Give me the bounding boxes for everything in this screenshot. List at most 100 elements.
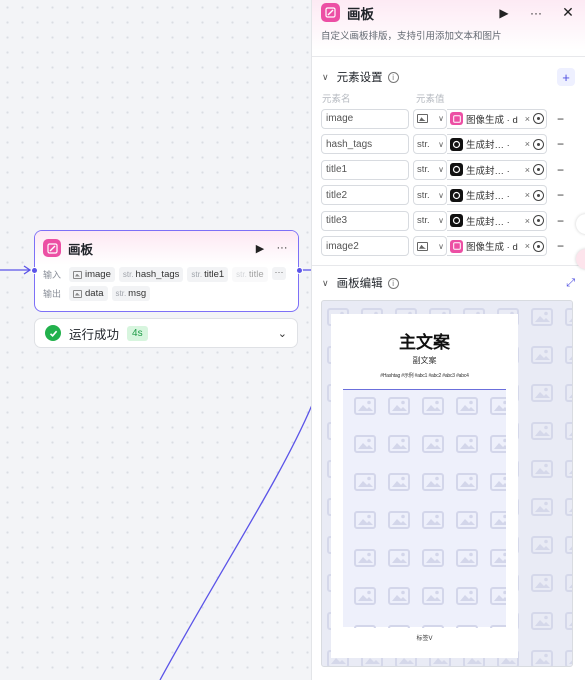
node-outputs: 输出 data str. msg — [35, 284, 298, 303]
output-port[interactable] — [296, 267, 303, 274]
node-header: 画板 ▶ ··· — [35, 231, 298, 265]
remove-element-button[interactable]: − — [557, 163, 564, 177]
element-value-ref[interactable]: 图像生成 · d × — [447, 236, 547, 257]
run-status-bar[interactable]: 运行成功 4s ⌄ — [34, 318, 298, 348]
node-inputs: 输入 image str. hash_tags str. title1 str. ti… — [35, 265, 298, 284]
editor-section-header[interactable]: ∨ 画板编辑 i ⤢ — [312, 269, 585, 297]
more-icon[interactable]: ··· — [528, 5, 544, 21]
element-type-select[interactable]: ∨ — [413, 108, 447, 129]
target-icon[interactable] — [533, 113, 544, 125]
elements-section-title: 元素设置 — [336, 72, 383, 84]
clear-icon[interactable]: × — [525, 114, 530, 124]
element-type-select[interactable]: str. ∨ — [413, 185, 447, 206]
chevron-down-icon: ∨ — [438, 114, 444, 124]
collapse-arrow-icon[interactable]: ∨ — [322, 278, 329, 289]
element-type-select[interactable]: ∨ — [413, 236, 447, 257]
chevron-down-icon: ∨ — [438, 139, 444, 149]
elements-section-header[interactable]: ∨ 元素设置 i + — [312, 63, 585, 91]
value-ref-text: 生成封… · — [466, 216, 510, 228]
element-row: str.∨生成封… · ×− — [312, 183, 585, 209]
input-label: 输入 — [43, 270, 62, 280]
element-name-input[interactable] — [321, 236, 409, 257]
element-value-ref[interactable]: 生成封… · × — [447, 134, 547, 155]
main-title-text[interactable]: 主文案 — [331, 328, 518, 353]
element-row: ∨ 图像生成 · d × − — [312, 106, 585, 132]
target-icon[interactable] — [533, 164, 544, 176]
llm-icon — [450, 188, 463, 202]
remove-element-button[interactable]: − — [557, 112, 564, 126]
target-icon[interactable] — [533, 189, 544, 201]
element-list: ∨图像生成 · d×−str.∨生成封… · ×−str.∨生成封… · ×−s… — [312, 106, 585, 259]
info-icon[interactable]: i — [387, 71, 399, 83]
canvas-app-icon — [321, 3, 340, 22]
element-value-ref[interactable]: 生成封… · × — [447, 210, 547, 231]
more-inputs-button[interactable]: ··· — [272, 267, 286, 280]
clear-icon[interactable]: × — [525, 241, 530, 251]
remove-element-button[interactable]: − — [557, 214, 564, 228]
remove-element-button[interactable]: − — [557, 188, 564, 202]
col-name-label: 元素名 — [322, 94, 351, 105]
clear-icon[interactable]: × — [525, 139, 530, 149]
value-ref-text: 图像生成 · d — [466, 114, 518, 126]
output-chip-msg: str. msg — [111, 286, 151, 301]
footer-text[interactable]: 标签V — [331, 633, 518, 642]
panel-header: 画板 ▶ ··· ✕ 自定义画板排版，支持引用添加文本和图片 — [312, 0, 585, 50]
panel-description: 自定义画板排版，支持引用添加文本和图片 — [321, 31, 502, 42]
chevron-down-icon: ∨ — [438, 190, 444, 200]
element-name-input[interactable] — [321, 185, 409, 206]
input-port[interactable] — [31, 267, 38, 274]
expand-icon[interactable]: ⤢ — [566, 277, 575, 290]
collapse-arrow-icon[interactable]: ∨ — [322, 72, 329, 83]
image-icon — [73, 289, 82, 298]
run-icon[interactable]: ▶ — [252, 240, 268, 256]
info-icon[interactable]: i — [387, 277, 399, 289]
canvas-page[interactable]: 主文案 副文案 #Hashtag #示例 #abc1 #abc2 #abc3 #… — [331, 314, 518, 658]
run-icon[interactable]: ▶ — [496, 5, 512, 21]
target-icon[interactable] — [533, 240, 544, 252]
close-icon[interactable]: ✕ — [560, 4, 576, 21]
image-icon — [73, 270, 82, 279]
element-value-ref[interactable]: 生成封… · × — [447, 159, 547, 180]
chevron-down-icon[interactable]: ⌄ — [278, 327, 287, 340]
clear-icon[interactable]: × — [525, 165, 530, 175]
element-value-ref[interactable]: 图像生成 · d × — [447, 108, 547, 129]
target-icon[interactable] — [533, 138, 544, 150]
element-type-select[interactable]: str. ∨ — [413, 159, 447, 180]
clear-icon[interactable]: × — [525, 216, 530, 226]
image-placeholder[interactable] — [343, 389, 506, 628]
element-row: str.∨生成封… · ×− — [312, 157, 585, 183]
element-type-select[interactable]: str. ∨ — [413, 210, 447, 231]
element-name-input[interactable] — [321, 134, 409, 155]
element-columns-header: 元素名 元素值 — [312, 91, 585, 106]
chevron-down-icon: ∨ — [438, 165, 444, 175]
sub-title-text[interactable]: 副文案 — [331, 355, 518, 366]
llm-icon — [450, 214, 463, 228]
element-type-select[interactable]: str. ∨ — [413, 134, 447, 155]
more-icon[interactable]: ··· — [274, 240, 290, 256]
target-icon[interactable] — [533, 215, 544, 227]
element-name-input[interactable] — [321, 210, 409, 231]
node-settings-panel: 画板 ▶ ··· ✕ 自定义画板排版，支持引用添加文本和图片 ∨ 元素设置 i … — [311, 0, 585, 680]
element-name-input[interactable] — [321, 108, 409, 129]
canvas-editor[interactable]: 主文案 副文案 #Hashtag #示例 #abc1 #abc2 #abc3 #… — [321, 300, 573, 667]
element-name-input[interactable] — [321, 159, 409, 180]
add-element-button[interactable]: + — [557, 68, 575, 86]
remove-element-button[interactable]: − — [557, 137, 564, 151]
clear-icon[interactable]: × — [525, 190, 530, 200]
remove-element-button[interactable]: − — [557, 239, 564, 253]
canvas-node[interactable]: 画板 ▶ ··· 输入 image str. hash_tags str. titl… — [34, 230, 299, 312]
value-ref-text: 生成封… · — [466, 165, 510, 177]
output-label: 输出 — [43, 289, 62, 299]
input-chip-image: image — [69, 267, 115, 282]
value-ref-text: 生成封… · — [466, 191, 510, 203]
element-value-ref[interactable]: 生成封… · × — [447, 185, 547, 206]
input-chip-hash-tags: str. hash_tags — [118, 267, 184, 282]
success-check-icon — [45, 325, 61, 341]
hashtags-text[interactable]: #Hashtag #示例 #abc1 #abc2 #abc3 #abc4 — [331, 372, 518, 379]
node-title: 画板 — [68, 242, 94, 257]
input-chip-title: str. title — [232, 267, 268, 282]
chevron-down-icon: ∨ — [438, 216, 444, 226]
element-row: str.∨生成封… · ×− — [312, 208, 585, 234]
canvas-app-icon — [450, 239, 463, 253]
run-time-badge: 4s — [127, 325, 148, 341]
